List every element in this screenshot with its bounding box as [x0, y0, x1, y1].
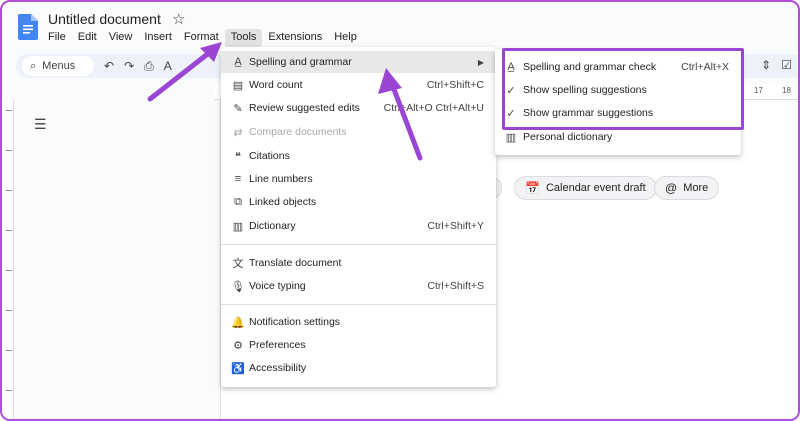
menu-item-label: Line numbers [249, 173, 313, 185]
menus-label: Menus [42, 60, 76, 72]
redo-icon[interactable]: ↷ [124, 59, 134, 73]
menu-item-label: Voice typing [249, 280, 306, 292]
calendar-icon: 📅 [525, 181, 540, 195]
menu-item-line-numbers[interactable]: ≡ Line numbers [221, 168, 496, 190]
toolbar-right: ⇕ ☑ [761, 58, 792, 72]
document-outline-icon[interactable]: ☰ [34, 116, 47, 133]
calendar-event-draft-chip[interactable]: 📅 Calendar event draft [514, 176, 657, 200]
menu-item-compare-documents: ⇄ Compare documents [221, 121, 496, 143]
review-edits-icon: ✎ [233, 102, 243, 115]
annotation-highlight-box [502, 48, 744, 130]
menu-item-translate-document[interactable]: 文 Translate document [221, 252, 496, 274]
microphone-icon: 🎙 [231, 280, 245, 293]
submenu-item-label: Personal dictionary [523, 131, 613, 143]
chip-label: More [683, 182, 709, 194]
menu-item-label: Spelling and grammar [249, 56, 352, 68]
line-numbers-icon: ≡ [234, 173, 242, 185]
search-icon: ⌕ [30, 59, 37, 72]
menubar: File Edit View Insert Format Tools Exten… [42, 29, 363, 47]
menu-divider [221, 244, 496, 245]
chip-label: Calendar event draft [545, 182, 646, 194]
menu-item-label: Notification settings [249, 316, 341, 328]
menu-item-label: Review suggested edits [249, 102, 360, 114]
menu-insert[interactable]: Insert [138, 29, 178, 47]
line-spacing-icon[interactable]: ⇕ [761, 58, 771, 72]
dictionary-icon: ▥ [505, 131, 517, 144]
menu-item-shortcut: Ctrl+Shift+C [426, 79, 484, 91]
menu-item-shortcut: Ctrl+Shift+S [427, 280, 484, 292]
more-chip[interactable]: @ More [654, 176, 720, 200]
menu-item-spelling-and-grammar[interactable]: A̲ Spelling and grammar ▶ [221, 51, 496, 73]
word-count-icon: ▤ [232, 79, 244, 92]
menu-item-label: Preferences [249, 339, 306, 351]
spellcheck-toolbar-icon[interactable]: A [164, 59, 172, 73]
menu-item-shortcut: Ctrl+Alt+O Ctrl+Alt+U [383, 102, 484, 114]
menu-item-notification-settings[interactable]: 🔔 Notification settings [221, 311, 496, 333]
link-icon: ⧉ [234, 195, 242, 208]
menu-item-preferences[interactable]: ⚙ Preferences [221, 334, 496, 356]
accessibility-icon: ♿ [231, 362, 245, 375]
ruler-label: 17 [754, 86, 763, 95]
preferences-icon: ⚙ [233, 339, 243, 352]
menu-item-review-suggested-edits[interactable]: ✎ Review suggested edits Ctrl+Alt+O Ctrl… [221, 97, 496, 119]
menu-help[interactable]: Help [328, 29, 363, 47]
outline-panel [14, 100, 219, 419]
vertical-ruler [2, 100, 14, 419]
menu-item-dictionary[interactable]: ▥ Dictionary Ctrl+Shift+Y [221, 215, 496, 237]
menu-file[interactable]: File [42, 29, 72, 47]
menu-item-label: Compare documents [249, 126, 347, 138]
menu-tools[interactable]: Tools [224, 29, 263, 47]
ruler-label: 18 [782, 86, 791, 95]
menu-item-voice-typing[interactable]: 🎙 Voice typing Ctrl+Shift+S [221, 275, 496, 297]
print-icon[interactable]: ⎙ [144, 59, 154, 74]
dictionary-icon: ▥ [232, 220, 244, 233]
screenshot-frame: Untitled document ☆ File Edit View Inser… [0, 0, 800, 421]
menu-item-label: Accessibility [249, 362, 307, 374]
bell-icon: 🔔 [231, 316, 245, 329]
menu-item-shortcut: Ctrl+Shift+Y [427, 220, 484, 232]
compare-icon: ⇄ [233, 126, 243, 139]
menu-item-word-count[interactable]: ▤ Word count Ctrl+Shift+C [221, 74, 496, 96]
checklist-icon[interactable]: ☑ [781, 58, 792, 72]
undo-icon[interactable]: ↶ [104, 59, 114, 73]
menu-item-label: Linked objects [249, 196, 317, 208]
menu-item-label: Dictionary [249, 220, 296, 232]
spellcheck-icon: A̲ [234, 56, 242, 68]
star-icon[interactable]: ☆ [172, 10, 185, 28]
menu-format[interactable]: Format [178, 29, 225, 47]
submenu-arrow-icon: ▶ [477, 57, 484, 67]
menu-item-label: Citations [249, 150, 290, 162]
menu-item-label: Word count [249, 79, 303, 91]
menu-item-citations[interactable]: ❝ Citations [221, 145, 496, 167]
at-icon: @ [665, 181, 678, 195]
menu-item-linked-objects[interactable]: ⧉ Linked objects [221, 191, 496, 213]
menu-extensions[interactable]: Extensions [262, 29, 328, 47]
tools-menu: A̲ Spelling and grammar ▶ ▤ Word count C… [221, 47, 496, 387]
menu-view[interactable]: View [103, 29, 139, 47]
document-title[interactable]: Untitled document [48, 11, 161, 27]
menu-item-accessibility[interactable]: ♿ Accessibility [221, 357, 496, 379]
menu-divider [221, 304, 496, 305]
citations-icon: ❝ [235, 150, 241, 163]
menu-item-label: Translate document [249, 257, 342, 269]
menus-search-button[interactable]: ⌕ Menus [22, 56, 94, 76]
docs-logo-icon[interactable] [18, 14, 38, 40]
translate-icon: 文 [232, 258, 244, 270]
menu-edit[interactable]: Edit [72, 29, 103, 47]
